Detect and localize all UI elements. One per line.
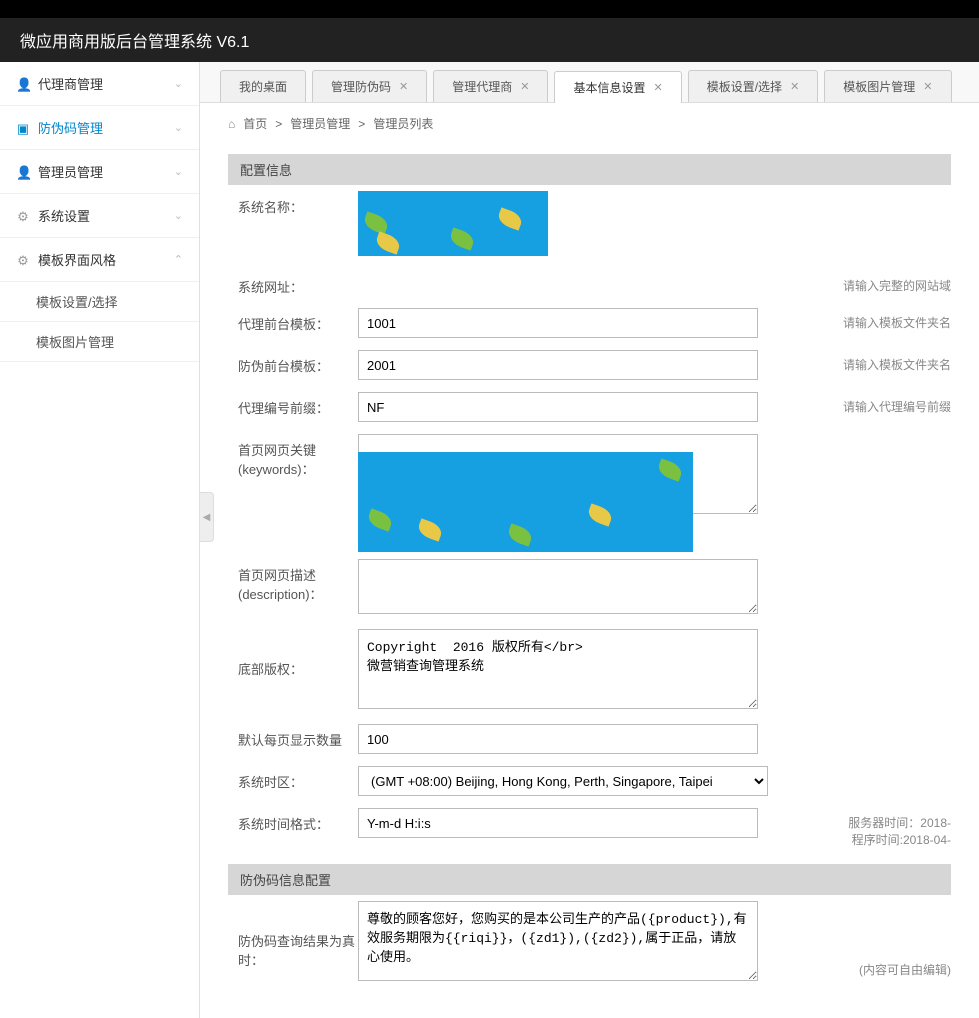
home-icon: ⌂ [228, 117, 235, 131]
breadcrumb: ⌂ 首页 > 管理员管理 > 管理员列表 [200, 103, 979, 144]
close-icon[interactable]: ✕ [399, 80, 408, 93]
section-config-info: 配置信息 [228, 154, 951, 185]
sidebar-collapse-handle[interactable]: ◀ [200, 492, 214, 542]
label-agent-prefix: 代理编号前缀： [228, 392, 358, 417]
sidebar-sub-template-select[interactable]: 模板设置/选择 [0, 282, 199, 322]
sidebar-item-label: 防伪码管理 [38, 121, 103, 136]
crumb-l2: 管理员列表 [373, 115, 433, 132]
keywords-overlay-image [358, 452, 693, 552]
tabs: 我的桌面 管理防伪码✕ 管理代理商✕ 基本信息设置✕ 模板设置/选择✕ 模板图片… [200, 62, 979, 103]
sidebar-sub-template-image[interactable]: 模板图片管理 [0, 322, 199, 362]
tab-template-image[interactable]: 模板图片管理✕ [824, 70, 951, 102]
sidebar-item-anticounterfeit[interactable]: ▣ 防伪码管理 ⌄ [0, 106, 199, 150]
copyright-textarea[interactable]: Copyright 2016 版权所有</br> 微营销查询管理系统 [358, 629, 758, 709]
description-textarea[interactable] [358, 559, 758, 614]
tab-template-select[interactable]: 模板设置/选择✕ [688, 70, 819, 102]
time-format-input[interactable] [358, 808, 758, 838]
close-icon[interactable]: ✕ [654, 81, 663, 94]
user-icon: 👤 [16, 77, 30, 93]
label-site-name: 系统名称： [228, 191, 358, 216]
user-icon: 👤 [16, 165, 30, 181]
hint-time-format: 服务器时间：2018-程序时间:2018-04- [768, 808, 951, 848]
tab-basic-settings[interactable]: 基本信息设置✕ [554, 71, 681, 103]
chevron-down-icon: ⌄ [174, 209, 183, 222]
close-icon[interactable]: ✕ [520, 80, 529, 93]
sidebar-item-admin[interactable]: 👤 管理员管理 ⌄ [0, 150, 199, 194]
sidebar-item-template[interactable]: ⚙ 模板界面风格 ⌃ [0, 238, 199, 282]
label-keywords: 首页网页关键(keywords)： [228, 434, 358, 478]
section-fw-config: 防伪码信息配置 [228, 864, 951, 895]
fw-template-input[interactable] [358, 350, 758, 380]
main: ◀ 我的桌面 管理防伪码✕ 管理代理商✕ 基本信息设置✕ 模板设置/选择✕ 模板… [200, 62, 979, 1018]
label-copyright: 底部版权： [228, 629, 358, 678]
hint-fw-template: 请输入模板文件夹名 [768, 350, 951, 373]
crumb-home[interactable]: 首页 [243, 115, 267, 132]
sidebar-item-label: 管理员管理 [38, 165, 103, 180]
hint-site-url: 请输入完整的网站域 [768, 271, 951, 294]
label-fw-true: 防伪码查询结果为真时： [228, 901, 358, 969]
label-page-size: 默认每页显示数量 [228, 724, 358, 749]
tab-manage-anticounterfeit[interactable]: 管理防伪码✕ [312, 70, 427, 102]
gear-icon: ⚙ [16, 209, 30, 225]
tab-manage-agent[interactable]: 管理代理商✕ [433, 70, 548, 102]
tab-desktop[interactable]: 我的桌面 [220, 70, 306, 102]
hint-fw-true: (内容可自由编辑) [768, 901, 951, 978]
agent-template-input[interactable] [358, 308, 758, 338]
agent-prefix-input[interactable] [358, 392, 758, 422]
label-timezone: 系统时区： [228, 766, 358, 791]
crumb-l1[interactable]: 管理员管理 [290, 115, 350, 132]
label-description: 首页网页描述(description)： [228, 559, 358, 603]
sidebar-item-label: 系统设置 [38, 209, 90, 224]
close-icon[interactable]: ✕ [923, 80, 932, 93]
app-title: 微应用商用版后台管理系统 V6.1 [20, 34, 249, 51]
chevron-up-icon: ⌃ [174, 253, 183, 266]
timezone-select[interactable]: (GMT +08:00) Beijing, Hong Kong, Perth, … [358, 766, 768, 796]
label-site-url: 系统网址： [228, 271, 358, 296]
label-time-format: 系统时间格式： [228, 808, 358, 833]
hint-agent-prefix: 请输入代理编号前缀 [768, 392, 951, 415]
sidebar-item-system[interactable]: ⚙ 系统设置 ⌄ [0, 194, 199, 238]
close-icon[interactable]: ✕ [790, 80, 799, 93]
gear-icon: ⚙ [16, 253, 30, 269]
sidebar-item-agent[interactable]: 👤 代理商管理 ⌄ [0, 62, 199, 106]
sidebar-item-label: 代理商管理 [38, 77, 103, 92]
fw-true-textarea[interactable]: 尊敬的顾客您好，您购买的是本公司生产的产品({product}),有效服务期限为… [358, 901, 758, 981]
sidebar-item-label: 模板界面风格 [38, 253, 116, 268]
hint-agent-template: 请输入模板文件夹名 [768, 308, 951, 331]
site-name-image [358, 191, 548, 256]
app-header: 微应用商用版后台管理系统 V6.1 [0, 18, 979, 62]
chevron-down-icon: ⌄ [174, 77, 183, 90]
chevron-down-icon: ⌄ [174, 121, 183, 134]
shield-icon: ▣ [16, 121, 30, 137]
page-size-input[interactable] [358, 724, 758, 754]
chevron-down-icon: ⌄ [174, 165, 183, 178]
sidebar: 👤 代理商管理 ⌄ ▣ 防伪码管理 ⌄ 👤 管理员管理 ⌄ ⚙ 系统设置 ⌄ ⚙ 模板界面… [0, 62, 200, 1018]
label-agent-template: 代理前台模板： [228, 308, 358, 333]
label-fw-template: 防伪前台模板： [228, 350, 358, 375]
